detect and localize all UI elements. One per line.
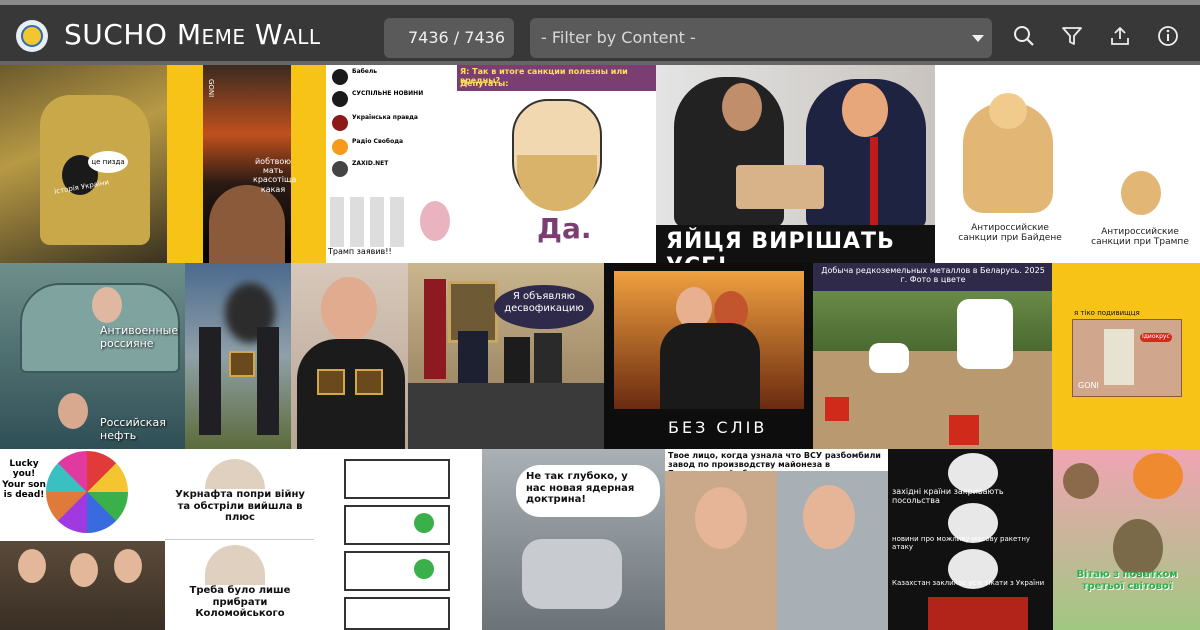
meme-tile-news-trump[interactable]: Бабель СУСПІЛЬНЕ НОВИНИ Українська правд…: [326, 65, 457, 263]
news-source: Радіо Свобода: [352, 138, 404, 145]
meme-tile-sanctions-da[interactable]: Я: Так в итоге санкции полезны или вредн…: [457, 65, 656, 263]
meme-tile-priests-field[interactable]: [185, 263, 291, 449]
meme-deputies: Депутаты:: [460, 79, 509, 88]
meme-tile-explosion-goni[interactable]: йобтвою мать красотіща какая GONI: [167, 65, 326, 263]
meme-tile-goni-door[interactable]: я тіко подивищця Ідиокрус GONI: [1052, 263, 1200, 449]
meme-tile-cat-armchair[interactable]: це пизда історія України: [0, 65, 167, 263]
meme-tile-doge-sanctions[interactable]: Антироссийские санкции при Байдене Антир…: [935, 65, 1200, 263]
meme-tile-priest-book[interactable]: [291, 263, 408, 449]
filter-icon[interactable]: [1060, 24, 1084, 48]
meme-counter: 7436 / 7436: [384, 18, 514, 58]
meme-caption: Трамп заявив!!: [328, 247, 392, 257]
meme-caption: ЯЙЦЯ ВИРІШАТЬ УСЕ!: [666, 229, 895, 263]
meme-caption-left: Антироссийские санкции при Байдене: [958, 223, 1062, 244]
app-title: SUCHO Meme Wall: [64, 18, 321, 51]
meme-tile-seagulls[interactable]: західні країни закривають посольства нов…: [888, 449, 1053, 630]
meme-caption: БЕЗ СЛІВ: [668, 418, 768, 437]
meme-tile-harold-ukrnafta[interactable]: Укрнафта попри війну та обстріли вийшла …: [165, 449, 314, 630]
goni-logo: GONI: [207, 79, 216, 98]
news-source: Бабель: [352, 68, 378, 75]
meme-caption-bottom: Российская нефть: [100, 416, 166, 442]
share-icon[interactable]: [1108, 24, 1132, 48]
meme-tile-medieval-doctrine[interactable]: Не так глубоко, у нас новая ядерная докт…: [482, 449, 665, 630]
speech-bubble: Я объявляю десвофикацию: [494, 285, 594, 329]
meme-tile-belarus-mining[interactable]: Добыча редкоземельных металлов в Беларус…: [813, 263, 1052, 449]
meme-tile-oval-office[interactable]: Я объявляю десвофикацию: [408, 263, 604, 449]
meme-tile-lucky-wheel[interactable]: Lucky you! Your son is dead!: [0, 449, 165, 630]
meme-grid: це пизда історія України йобтвою мать кр…: [0, 65, 1200, 630]
meme-tile-ww3-greeting[interactable]: Вітаю з початком третьої світової: [1053, 449, 1200, 630]
content-filter-select[interactable]: - Filter by Content -: [530, 18, 992, 58]
meme-caption-right: Антироссийские санкции при Трампе: [1091, 227, 1189, 248]
chevron-down-icon: [972, 35, 984, 42]
meme-caption: Lucky you! Your son is dead!: [2, 459, 46, 501]
filter-placeholder: - Filter by Content -: [541, 28, 696, 47]
meme-caption: я тіко подивищця: [1074, 309, 1140, 317]
news-source: ZAXID.NET: [352, 160, 389, 167]
meme-title: Добыча редкоземельных металлов в Беларус…: [821, 266, 1045, 285]
meme-tile-mayonnaise[interactable]: Твое лицо, когда узнала что ВСУ разбомби…: [665, 449, 888, 630]
meme-tile-comic-virus[interactable]: [314, 449, 482, 630]
meme-caption: йобтвою мать красотіща какая: [253, 157, 297, 194]
meme-caption-top: Укрнафта попри війну та обстріли вийшла …: [175, 489, 305, 523]
meme-label: Ідиокрус: [1140, 333, 1172, 342]
speech-bubble: це пизда: [88, 151, 128, 173]
meme-caption-bottom: Треба було лише прибрати Коломойського: [189, 585, 291, 619]
meme-answer: Да.: [537, 212, 592, 245]
header-bar: SUCHO Meme Wall 7436 / 7436 - Filter by …: [0, 5, 1200, 61]
news-source: Українська правда: [352, 114, 418, 121]
sucho-logo[interactable]: [16, 20, 48, 52]
meme-caption: Вітаю з початком третьої світової: [1076, 569, 1178, 592]
meme-caption: Казахстан закликає усіх тікати з України: [892, 579, 1045, 587]
news-source: СУСПІЛЬНЕ НОВИНИ: [352, 90, 424, 97]
info-icon[interactable]: [1156, 24, 1180, 48]
speech-bubble: Не так глубоко, у нас новая ядерная докт…: [516, 465, 660, 517]
meme-caption-top: Антивоенные россияне: [100, 324, 179, 350]
meme-tile-car[interactable]: Антивоенные россияне Российская нефть: [0, 263, 185, 449]
meme-tile-titanic[interactable]: БЕЗ СЛІВ: [604, 263, 813, 449]
meme-tile-eggs[interactable]: ЯЙЦЯ ВИРІШАТЬ УСЕ!: [656, 65, 935, 263]
search-icon[interactable]: [1012, 24, 1036, 48]
goni-logo: GONI: [1078, 381, 1099, 390]
